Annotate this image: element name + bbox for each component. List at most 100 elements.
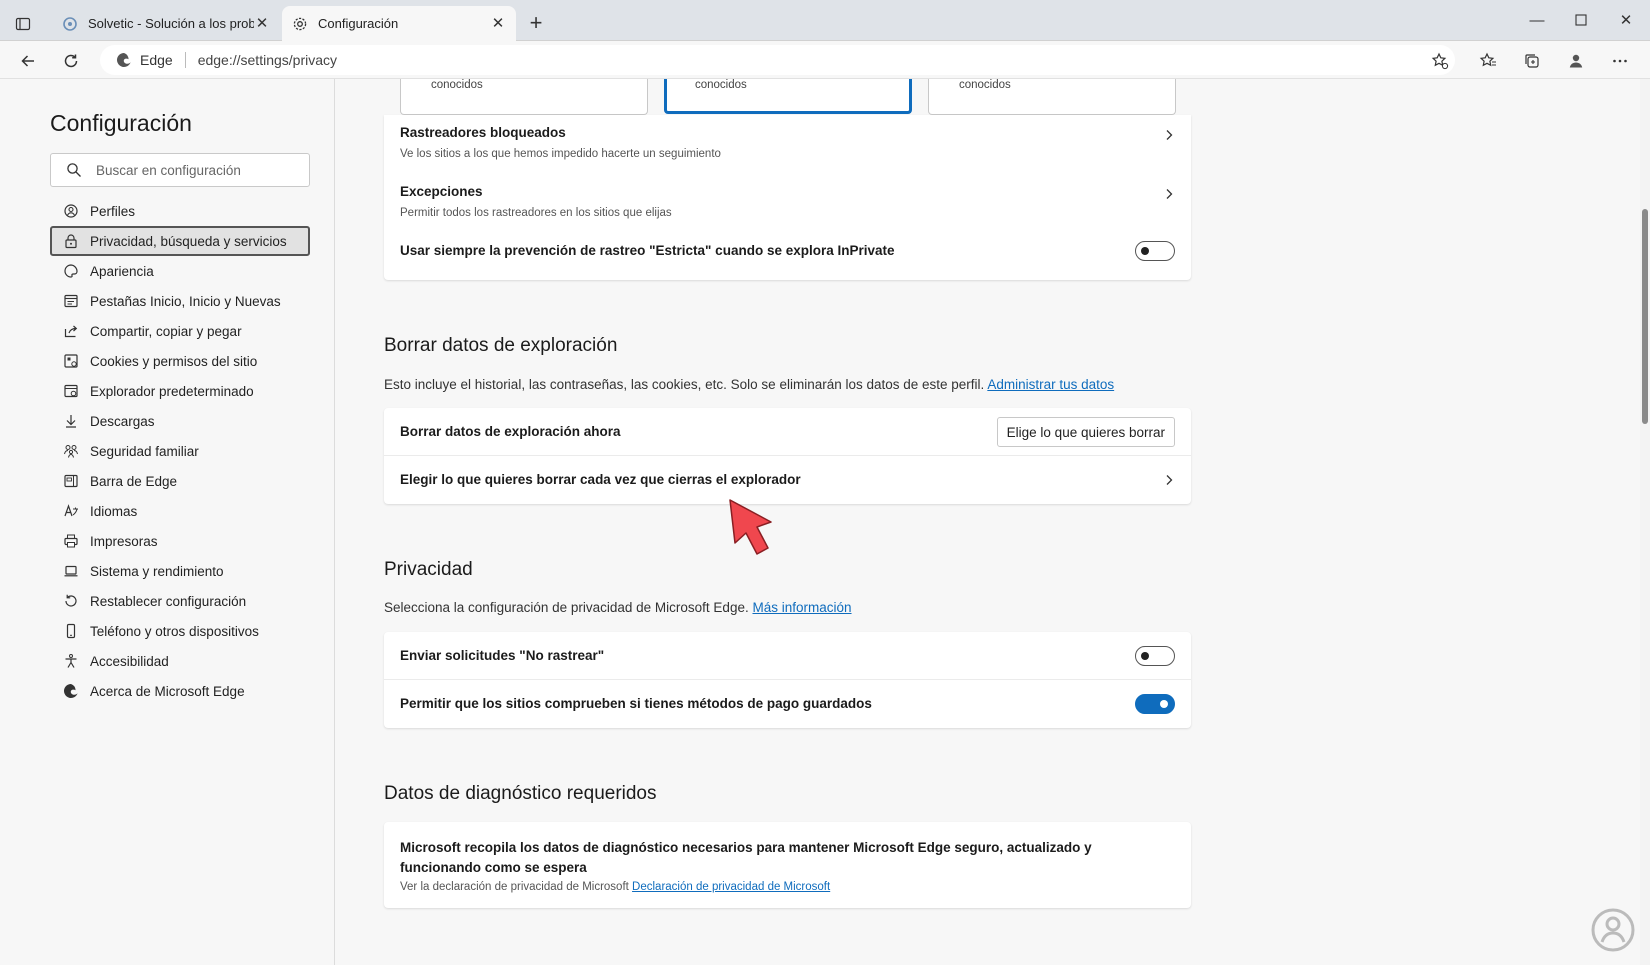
sidebar-item-accesibilidad[interactable]: Accesibilidad (50, 646, 310, 676)
sidebar-item-acerca[interactable]: Acerca de Microsoft Edge (50, 676, 310, 706)
scrollbar-thumb[interactable] (1642, 209, 1648, 424)
sidebar-item-telefono[interactable]: Teléfono y otros dispositivos (50, 616, 310, 646)
refresh-button[interactable] (58, 48, 84, 74)
sidebar-item-label: Sistema y rendimiento (90, 563, 224, 579)
privacy-card: Enviar solicitudes "No rastrear" Permiti… (384, 632, 1191, 728)
settings-main: conocidos conocidos conocidos Rastreador… (336, 79, 1630, 965)
payment-methods-toggle[interactable] (1135, 694, 1175, 714)
profile-icon (62, 202, 80, 220)
sidebar-item-perfiles[interactable]: Perfiles (50, 196, 310, 226)
family-icon (62, 442, 80, 460)
tab-title: Configuración (318, 16, 399, 31)
sidebar-item-label: Restablecer configuración (90, 593, 247, 609)
diagnostics-footnote: Ver la declaración de privacidad de Micr… (400, 881, 830, 893)
share-icon (62, 322, 80, 340)
clear-data-desc: Esto incluye el historial, las contraseñ… (384, 377, 1114, 392)
page-scrollbar[interactable] (1640, 79, 1650, 965)
profile-avatar-icon[interactable] (1563, 48, 1589, 74)
address-bar[interactable]: Edge edge://settings/privacy (100, 45, 1455, 75)
close-tab-icon[interactable]: ✕ (490, 15, 506, 32)
exceptions-sub: Permitir todos los rastreadores en los s… (400, 207, 672, 219)
solvetic-favicon-icon (62, 16, 78, 32)
tab-configuracion[interactable]: Configuración ✕ (282, 6, 516, 41)
clear-data-card: Borrar datos de exploración ahora Elige … (384, 408, 1191, 504)
exceptions-row[interactable]: Excepciones Permitir todos los rastreado… (400, 184, 1100, 219)
url-text[interactable]: edge://settings/privacy (198, 52, 337, 68)
minimize-button[interactable]: — (1517, 8, 1557, 32)
sidebar-item-sistema[interactable]: Sistema y rendimiento (50, 556, 310, 586)
sidebar-title: Configuración (50, 110, 192, 136)
laptop-icon (62, 562, 80, 580)
language-icon (62, 502, 80, 520)
sidebar-item-explorador[interactable]: Explorador predeterminado (50, 376, 310, 406)
blocked-trackers-sub: Ve los sitios a los que hemos impedido h… (400, 148, 721, 160)
clear-on-close-label[interactable]: Elegir lo que quieres borrar cada vez qu… (400, 472, 801, 487)
tracking-card: Rastreadores bloqueados Ve los sitios a … (384, 115, 1191, 280)
tab-actions-icon[interactable] (10, 11, 36, 37)
diagnostics-body: Microsoft recopila los datos de diagnóst… (400, 840, 1092, 875)
sidebar-item-privacidad[interactable]: Privacidad, búsqueda y servicios (50, 226, 310, 256)
sidebar-item-idiomas[interactable]: Idiomas (50, 496, 310, 526)
sidebar-item-restablecer[interactable]: Restablecer configuración (50, 586, 310, 616)
accessibility-icon (62, 652, 80, 670)
back-button[interactable] (15, 48, 41, 74)
sidebar-item-descargas[interactable]: Descargas (50, 406, 310, 436)
search-input[interactable] (96, 162, 296, 178)
add-favorite-icon[interactable] (1427, 48, 1453, 74)
collections-icon[interactable] (1519, 48, 1545, 74)
edge-icon (116, 52, 132, 68)
edge-icon (62, 682, 80, 700)
palette-icon (62, 262, 80, 280)
diagnostics-footnote-text: Ver la declaración de privacidad de Micr… (400, 881, 629, 893)
choose-what-to-clear-button[interactable]: Elige lo que quieres borrar (996, 417, 1175, 447)
manage-data-link[interactable]: Administrar tus datos (987, 377, 1114, 392)
settings-search[interactable] (50, 153, 310, 187)
strict-inprivate-toggle[interactable] (1135, 241, 1175, 261)
sidebar-item-label: Perfiles (90, 203, 136, 219)
sidebar-item-cookies[interactable]: Cookies y permisos del sitio (50, 346, 310, 376)
tab-title: Solvetic - Solución a los problem (88, 16, 254, 31)
reset-icon (62, 592, 80, 610)
sidebar-item-seguridad-familiar[interactable]: Seguridad familiar (50, 436, 310, 466)
sidebar-item-compartir[interactable]: Compartir, copiar y pegar (50, 316, 310, 346)
settings-nav: Perfiles Privacidad, búsqueda y servicio… (50, 196, 310, 706)
more-info-link[interactable]: Más información (752, 600, 851, 615)
privacy-statement-link[interactable]: Declaración de privacidad de Microsoft (632, 881, 830, 893)
row-divider (384, 455, 1191, 456)
solvetic-logo-icon (1591, 908, 1635, 952)
new-tab-button[interactable]: + (524, 12, 548, 36)
tab-solvetic[interactable]: Solvetic - Solución a los problem ✕ (52, 6, 280, 41)
chevron-right-icon[interactable] (1163, 129, 1175, 141)
site-label: Edge (140, 52, 173, 68)
do-not-track-toggle[interactable] (1135, 646, 1175, 666)
maximize-button[interactable] (1561, 8, 1601, 32)
more-options-icon[interactable] (1607, 48, 1633, 74)
chevron-right-icon[interactable] (1163, 474, 1175, 486)
sidebar-item-label: Apariencia (90, 263, 154, 279)
favorites-icon[interactable] (1475, 48, 1501, 74)
clear-data-heading: Borrar datos de exploración (384, 335, 618, 356)
sidebar-item-label: Compartir, copiar y pegar (90, 323, 242, 339)
sidebar-item-impresoras[interactable]: Impresoras (50, 526, 310, 556)
browser-icon (62, 382, 80, 400)
download-icon (62, 412, 80, 430)
sidebar-item-barra-edge[interactable]: Barra de Edge (50, 466, 310, 496)
blocked-trackers-title: Rastreadores bloqueados (400, 125, 566, 140)
close-window-button[interactable]: ✕ (1606, 8, 1646, 32)
printer-icon (62, 532, 80, 550)
blocked-trackers-row[interactable]: Rastreadores bloqueados Ve los sitios a … (400, 125, 1100, 160)
chevron-right-icon[interactable] (1163, 188, 1175, 200)
close-tab-icon[interactable]: ✕ (254, 15, 270, 32)
sidebar-item-label: Privacidad, búsqueda y servicios (90, 233, 287, 249)
settings-sidebar: Configuración Perfiles Privacidad, búsqu… (0, 79, 335, 965)
diagnostics-card: Microsoft recopila los datos de diagnóst… (384, 822, 1191, 908)
row-divider (384, 679, 1191, 680)
address-separator (184, 52, 186, 68)
sidebar-item-label: Seguridad familiar (90, 443, 199, 459)
phone-icon (62, 622, 80, 640)
sidebar-item-apariencia[interactable]: Apariencia (50, 256, 310, 286)
tabs-icon (62, 292, 80, 310)
sidebar-item-label: Accesibilidad (90, 653, 169, 669)
sidebar-item-pestanas[interactable]: Pestañas Inicio, Inicio y Nuevas (50, 286, 310, 316)
clear-data-desc-text: Esto incluye el historial, las contraseñ… (384, 377, 985, 392)
